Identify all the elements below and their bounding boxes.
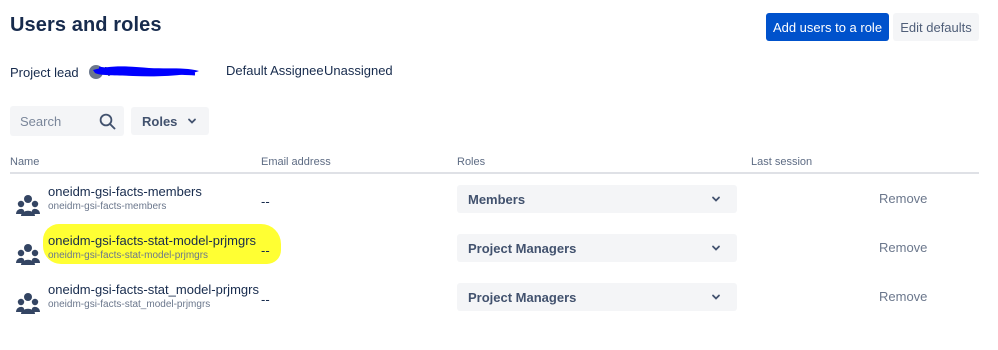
group-name-cell[interactable]: oneidm-gsi-facts-stat_model-prjmgrs onei… [48,282,259,312]
add-users-to-role-button[interactable]: Add users to a role [766,13,889,41]
remove-button[interactable]: Remove [879,240,927,255]
remove-button[interactable]: Remove [879,191,927,206]
column-header-email[interactable]: Email address [261,156,331,168]
remove-button[interactable]: Remove [879,289,927,304]
role-select[interactable]: Project Managers [457,234,737,262]
search-icon[interactable] [98,112,116,130]
search-input[interactable] [20,113,92,129]
email-value: -- [261,292,270,307]
page-title: Users and roles [10,14,162,36]
roles-filter-dropdown[interactable]: Roles [131,107,209,135]
group-id: oneidm-gsi-facts-stat-model-prjmgrs [48,250,209,261]
project-lead-user[interactable]: Y [88,63,199,81]
chevron-down-icon [712,196,720,202]
project-lead: Project lead Y [10,63,199,81]
edit-defaults-button[interactable]: Edit defaults [893,13,979,41]
group-icon [16,244,40,265]
redaction-scribble [92,66,199,77]
chevron-down-icon [187,116,197,126]
role-select-value: Project Managers [468,240,577,256]
group-name[interactable]: oneidm-gsi-facts-members [48,184,202,200]
column-header-roles[interactable]: Roles [457,156,485,168]
table-header-divider [10,172,979,174]
role-select[interactable]: Members [457,185,737,213]
role-select[interactable]: Project Managers [457,283,737,311]
role-select-value: Members [468,191,526,207]
roles-filter-label: Roles [142,113,178,129]
group-name[interactable]: oneidm-gsi-facts-stat-model-prjmgrs [48,233,256,249]
role-select-value: Project Managers [468,289,577,305]
column-header-last-session[interactable]: Last session [751,156,812,168]
search-field[interactable] [10,106,124,136]
default-assignee-value: Unassigned [324,63,393,78]
email-value: -- [261,243,270,258]
table-row: oneidm-gsi-facts-stat-model-prjmgrs onei… [10,224,979,280]
group-icon [16,293,40,314]
group-name[interactable]: oneidm-gsi-facts-stat_model-prjmgrs [48,282,259,298]
table-row: oneidm-gsi-facts-stat_model-prjmgrs onei… [10,280,979,329]
group-id: oneidm-gsi-facts-stat_model-prjmgrs [48,299,211,310]
group-name-cell[interactable]: oneidm-gsi-facts-stat-model-prjmgrs onei… [48,233,256,263]
group-id: oneidm-gsi-facts-members [48,201,167,212]
default-assignee-label: Default Assignee [226,63,324,78]
group-icon [16,195,40,216]
column-header-name[interactable]: Name [10,156,39,168]
email-value: -- [261,194,270,209]
project-lead-label: Project lead [10,64,79,80]
chevron-down-icon [712,294,720,300]
chevron-down-icon [712,245,720,251]
group-name-cell[interactable]: oneidm-gsi-facts-members oneidm-gsi-fact… [48,184,202,214]
